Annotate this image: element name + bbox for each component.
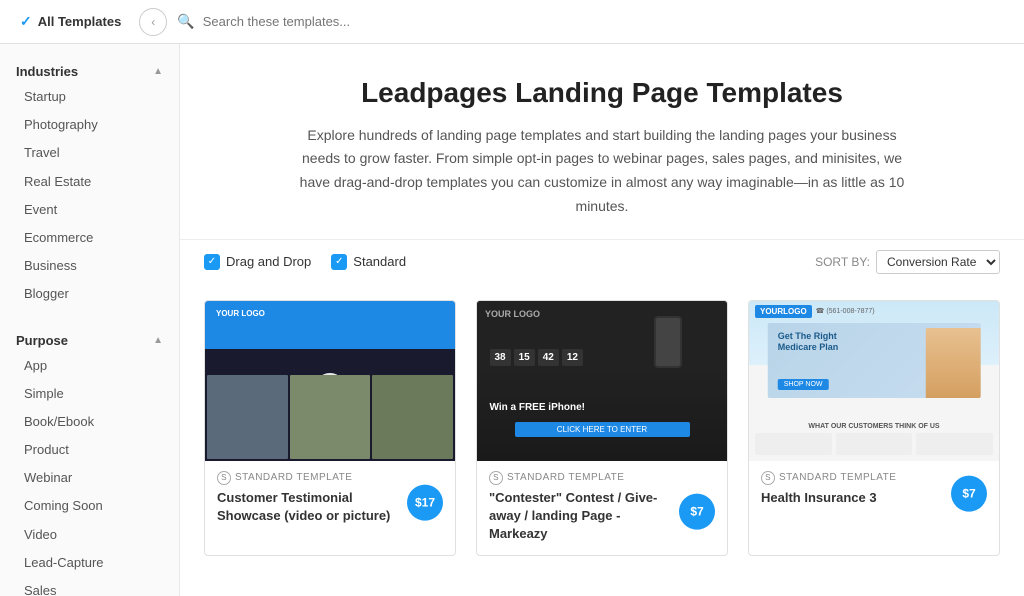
template-thumb-2: YOUR LOGO 38 15 42 12 Win a FREE iPhone!… xyxy=(477,301,727,461)
cta-button-thumb: CLICK HERE TO ENTER xyxy=(515,422,690,437)
price-badge-2: $7 xyxy=(679,494,715,530)
thumb-cta: SHOP NOW xyxy=(778,379,829,390)
sidebar-item-coming-soon[interactable]: Coming Soon xyxy=(0,492,179,520)
thumb-header-3: YOURLOGO ☎ (561-008-7877) xyxy=(755,305,875,318)
thumb-bg-2 xyxy=(477,301,727,461)
sidebar-item-lead-capture[interactable]: Lead-Capture xyxy=(0,549,179,577)
back-button[interactable]: ‹ xyxy=(139,8,167,36)
industries-header: Industries ▲ xyxy=(0,56,179,83)
sort-by-label: SORT BY: xyxy=(815,255,870,269)
content-area: Leadpages Landing Page Templates Explore… xyxy=(180,44,1024,596)
sidebar-item-simple[interactable]: Simple xyxy=(0,380,179,408)
sort-options: SORT BY: Conversion Rate Newest Alphabet… xyxy=(815,250,1000,274)
thumb-logo-3: YOURLOGO xyxy=(755,305,812,318)
sidebar-item-product[interactable]: Product xyxy=(0,436,179,464)
standard-icon-1: S xyxy=(217,471,231,485)
sidebar-item-business[interactable]: Business xyxy=(0,252,179,280)
search-icon: 🔍 xyxy=(177,13,194,30)
banner-text: Get The RightMedicare Plan xyxy=(778,331,839,354)
template-grid: YOUR LOGO ▶ S STANDARD TEMPLATE Customer… xyxy=(180,284,1024,581)
template-type-2: S STANDARD TEMPLATE xyxy=(489,471,715,485)
drag-drop-label: Drag and Drop xyxy=(226,254,311,269)
testimonial-row xyxy=(755,433,993,455)
sidebar-item-webinar[interactable]: Webinar xyxy=(0,464,179,492)
top-bar: ✓ All Templates ‹ 🔍 xyxy=(0,0,1024,44)
all-templates-label: All Templates xyxy=(38,14,122,29)
check-icon: ✓ xyxy=(20,13,32,30)
sidebar-item-app[interactable]: App xyxy=(0,352,179,380)
search-input[interactable] xyxy=(203,14,1012,29)
purpose-header: Purpose ▲ xyxy=(0,325,179,352)
sidebar-item-book-ebook[interactable]: Book/Ebook xyxy=(0,408,179,436)
price-badge-3: $7 xyxy=(951,475,987,511)
template-card-1[interactable]: YOUR LOGO ▶ S STANDARD TEMPLATE Customer… xyxy=(204,300,456,557)
all-templates-button[interactable]: ✓ All Templates xyxy=(12,9,129,34)
template-thumb-3: YOURLOGO ☎ (561-008-7877) Get The RightM… xyxy=(749,301,999,461)
hero-description: Explore hundreds of landing page templat… xyxy=(292,124,912,219)
standard-filter[interactable]: ✓ Standard xyxy=(331,254,406,270)
sidebar-item-photography[interactable]: Photography xyxy=(0,111,179,139)
sidebar-item-blogger[interactable]: Blogger xyxy=(0,280,179,308)
template-info-3: S STANDARD TEMPLATE Health Insurance 3 $… xyxy=(749,461,999,519)
thumb-testimonials: WHAT OUR CUSTOMERS THINK OF US xyxy=(755,423,993,455)
hero-title: Leadpages Landing Page Templates xyxy=(240,76,964,110)
standard-label: Standard xyxy=(353,254,406,269)
checkbox-check-icon: ✓ xyxy=(208,256,216,267)
template-card-3[interactable]: YOURLOGO ☎ (561-008-7877) Get The RightM… xyxy=(748,300,1000,557)
drag-drop-checkbox[interactable]: ✓ xyxy=(204,254,220,270)
sort-select[interactable]: Conversion Rate Newest Alphabetical xyxy=(876,250,1000,274)
checkbox-check-icon-2: ✓ xyxy=(335,256,343,267)
template-info-2: S STANDARD TEMPLATE "Contester" Contest … xyxy=(477,461,727,556)
sidebar-item-startup[interactable]: Startup xyxy=(0,83,179,111)
purpose-chevron: ▲ xyxy=(153,335,163,346)
person-silhouette xyxy=(925,328,980,398)
search-bar: 🔍 xyxy=(177,13,1012,30)
sidebar: Industries ▲ Startup Photography Travel … xyxy=(0,44,180,596)
standard-icon-3: S xyxy=(761,471,775,485)
sidebar-item-video[interactable]: Video xyxy=(0,521,179,549)
hero-section: Leadpages Landing Page Templates Explore… xyxy=(180,44,1024,239)
filter-options: ✓ Drag and Drop ✓ Standard xyxy=(204,254,406,270)
testimonial-2 xyxy=(836,433,913,455)
template-thumb-1: YOUR LOGO ▶ xyxy=(205,301,455,461)
thumb-phone xyxy=(654,316,682,368)
sidebar-item-real-estate[interactable]: Real Estate xyxy=(0,168,179,196)
win-text: Win a FREE iPhone! xyxy=(490,402,715,413)
sidebar-item-sales[interactable]: Sales xyxy=(0,577,179,596)
standard-icon-2: S xyxy=(489,471,503,485)
template-card-2[interactable]: YOUR LOGO 38 15 42 12 Win a FREE iPhone!… xyxy=(476,300,728,557)
thumb-banner: Get The RightMedicare Plan SHOP NOW xyxy=(768,323,981,398)
thumb-logo-2: YOUR LOGO xyxy=(485,309,540,319)
standard-checkbox[interactable]: ✓ xyxy=(331,254,347,270)
sidebar-item-travel[interactable]: Travel xyxy=(0,139,179,167)
sidebar-item-ecommerce[interactable]: Ecommerce xyxy=(0,224,179,252)
thumb-phone-number: ☎ (561-008-7877) xyxy=(816,307,875,315)
main-layout: Industries ▲ Startup Photography Travel … xyxy=(0,44,1024,596)
grid-cell xyxy=(207,375,288,459)
testimonial-3 xyxy=(916,433,993,455)
thumb-logo-1: YOUR LOGO xyxy=(211,307,270,320)
testimonial-1 xyxy=(755,433,832,455)
thumb-grid xyxy=(205,373,455,461)
grid-cell xyxy=(372,375,453,459)
price-badge-1: $17 xyxy=(407,485,443,521)
filter-bar: ✓ Drag and Drop ✓ Standard SORT BY: Conv… xyxy=(180,239,1024,284)
grid-cell xyxy=(290,375,371,459)
sidebar-item-event[interactable]: Event xyxy=(0,196,179,224)
drag-drop-filter[interactable]: ✓ Drag and Drop xyxy=(204,254,311,270)
industries-chevron: ▲ xyxy=(153,66,163,77)
template-info-1: S STANDARD TEMPLATE Customer Testimonial… xyxy=(205,461,455,537)
template-type-1: S STANDARD TEMPLATE xyxy=(217,471,443,485)
